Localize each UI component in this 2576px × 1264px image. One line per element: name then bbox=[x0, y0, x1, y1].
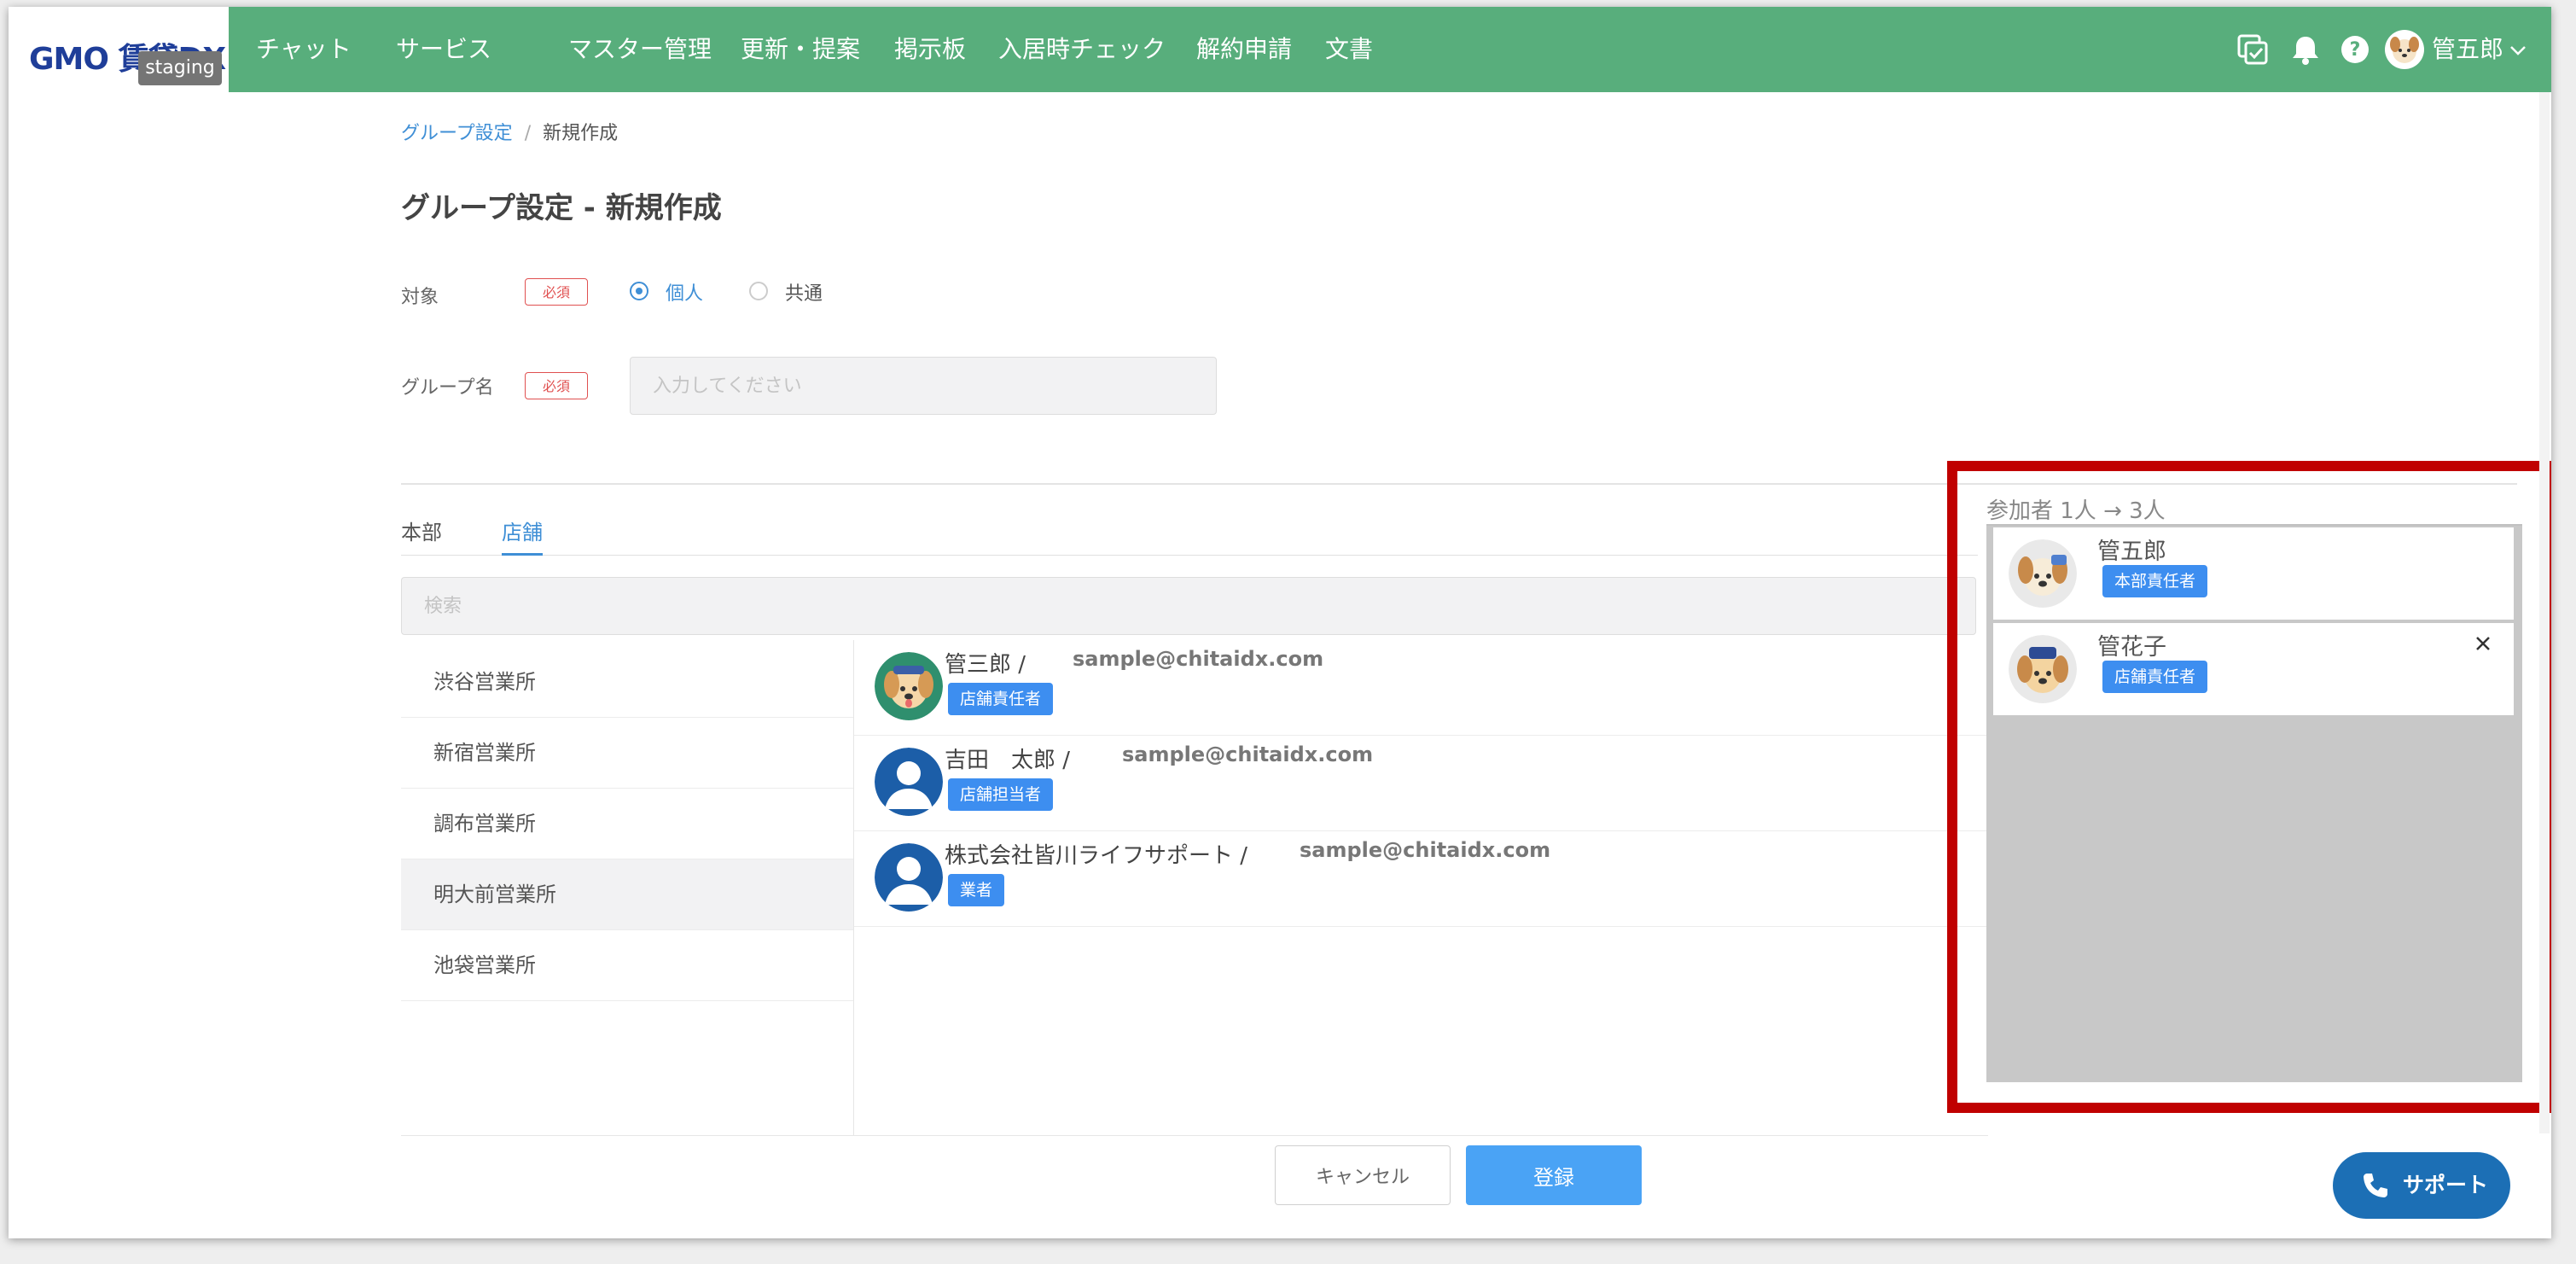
user-silhouette-icon bbox=[875, 843, 943, 912]
tab-headquarters[interactable]: 本部 bbox=[401, 516, 442, 545]
scrollbar[interactable] bbox=[2539, 92, 2550, 1133]
required-badge: 必須 bbox=[525, 278, 588, 306]
group-name-label: グループ名 bbox=[401, 377, 494, 399]
active-tab-indicator bbox=[502, 553, 543, 556]
top-header: GMO 賃貸DX staging チャット サービス マスター管理 更新・提案 … bbox=[9, 7, 2551, 92]
search-input[interactable] bbox=[401, 577, 1976, 635]
member-email: sample@chitaidx.com bbox=[1122, 743, 1374, 766]
participants-title: 参加者 1人 → 3人 bbox=[1986, 498, 2166, 524]
radio-individual-label[interactable]: 個人 bbox=[666, 278, 703, 306]
office-item[interactable]: 新宿営業所 bbox=[401, 718, 853, 789]
svg-text:?: ? bbox=[2350, 39, 2361, 61]
radio-common-label[interactable]: 共通 bbox=[785, 278, 823, 306]
nav-board[interactable]: 掲示板 bbox=[894, 7, 966, 92]
nav-bar: チャット サービス マスター管理 更新・提案 掲示板 入居時チェック 解約申請 … bbox=[229, 7, 2551, 92]
member-list: 管三郎 / sample@chitaidx.com 店舗責任者 吉田 太郎 / … bbox=[854, 640, 1997, 927]
office-item[interactable]: 調布営業所 bbox=[401, 789, 853, 859]
member-name: 株式会社皆川ライフサポート / bbox=[945, 843, 1248, 869]
participant-name: 管五郎 bbox=[2097, 539, 2166, 565]
nav-chat[interactable]: チャット bbox=[256, 7, 352, 92]
radio-individual[interactable] bbox=[630, 282, 648, 300]
tab-stores[interactable]: 店舗 bbox=[502, 516, 543, 545]
role-badge: 店舗担当者 bbox=[948, 778, 1054, 811]
close-icon[interactable] bbox=[2471, 632, 2495, 655]
radio-common[interactable] bbox=[749, 282, 768, 300]
dog-avatar-icon bbox=[875, 652, 943, 720]
user-name[interactable]: 管五郎 bbox=[2432, 7, 2503, 92]
required-badge: 必須 bbox=[525, 372, 588, 399]
breadcrumb-current: 新規作成 bbox=[543, 123, 619, 144]
group-name-input[interactable] bbox=[630, 357, 1217, 415]
cancel-button[interactable]: キャンセル bbox=[1275, 1145, 1451, 1205]
nav-services[interactable]: サービス bbox=[396, 7, 491, 92]
user-avatar[interactable] bbox=[2384, 29, 2425, 70]
office-list: 渋谷営業所 新宿営業所 調布営業所 明大前営業所 池袋営業所 bbox=[401, 647, 853, 1001]
member-name: 吉田 太郎 / bbox=[945, 748, 1071, 773]
member-email: sample@chitaidx.com bbox=[1073, 647, 1324, 671]
role-badge: 業者 bbox=[948, 874, 1005, 906]
participants-list: 管五郎 本部責任者 管花子 店舗責任者 bbox=[1986, 524, 2522, 1082]
support-button-label: サポート bbox=[2403, 1173, 2489, 1197]
chevron-down-icon[interactable] bbox=[2509, 41, 2527, 60]
nav-renewal[interactable]: 更新・提案 bbox=[741, 7, 860, 92]
member-row[interactable]: 株式会社皆川ライフサポート / sample@chitaidx.com 業者 bbox=[854, 831, 1997, 927]
member-email: sample@chitaidx.com bbox=[1300, 838, 1551, 862]
target-label: 対象 bbox=[401, 287, 439, 308]
office-item[interactable]: 渋谷営業所 bbox=[401, 647, 853, 718]
member-row[interactable]: 吉田 太郎 / sample@chitaidx.com 店舗担当者 bbox=[854, 736, 1997, 831]
task-check-icon[interactable] bbox=[2236, 32, 2270, 67]
participant-name: 管花子 bbox=[2097, 634, 2166, 661]
bell-icon[interactable] bbox=[2288, 32, 2323, 67]
nav-documents[interactable]: 文書 bbox=[1325, 7, 1373, 92]
env-badge: staging bbox=[138, 51, 222, 85]
office-item[interactable]: 池袋営業所 bbox=[401, 930, 853, 1001]
role-badge: 本部責任者 bbox=[2102, 565, 2208, 597]
app-window: GMO 賃貸DX staging チャット サービス マスター管理 更新・提案 … bbox=[9, 7, 2551, 1238]
member-row[interactable]: 管三郎 / sample@chitaidx.com 店舗責任者 bbox=[854, 640, 1997, 736]
member-name: 管三郎 / bbox=[945, 652, 1026, 678]
role-badge: 店舗責任者 bbox=[948, 683, 1054, 715]
page-title: グループ設定 - 新規作成 bbox=[401, 191, 722, 225]
help-icon[interactable]: ? bbox=[2338, 32, 2372, 67]
role-badge: 店舗責任者 bbox=[2102, 661, 2208, 693]
participant-card: 管五郎 本部責任者 bbox=[1993, 527, 2514, 620]
breadcrumb: グループ設定 / 新規作成 bbox=[401, 118, 618, 145]
logo-area[interactable]: GMO 賃貸DX staging bbox=[9, 7, 229, 92]
dog-avatar-icon bbox=[2009, 539, 2077, 608]
breadcrumb-separator: / bbox=[524, 123, 532, 144]
nav-master[interactable]: マスター管理 bbox=[568, 7, 712, 92]
user-silhouette-icon bbox=[875, 748, 943, 816]
list-bottom-line bbox=[401, 1135, 1988, 1136]
nav-cancellation[interactable]: 解約申請 bbox=[1196, 7, 1292, 92]
office-item-selected[interactable]: 明大前営業所 bbox=[401, 859, 853, 930]
support-button[interactable]: サポート bbox=[2333, 1152, 2510, 1219]
participant-card: 管花子 店舗責任者 bbox=[1993, 623, 2514, 715]
breadcrumb-parent[interactable]: グループ設定 bbox=[401, 123, 513, 144]
nav-move-in-check[interactable]: 入居時チェック bbox=[998, 7, 1166, 92]
phone-icon bbox=[2364, 1174, 2387, 1197]
tabs-baseline bbox=[401, 555, 1978, 556]
dog-avatar-icon bbox=[2009, 635, 2077, 703]
submit-button[interactable]: 登録 bbox=[1466, 1145, 1642, 1205]
